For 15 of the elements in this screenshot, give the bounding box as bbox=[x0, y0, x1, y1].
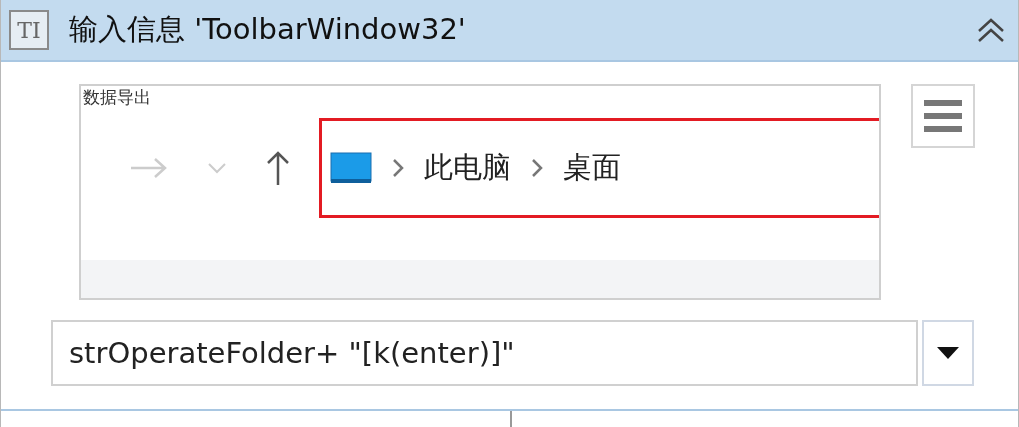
chevron-right-icon bbox=[392, 158, 404, 178]
menu-button[interactable] bbox=[911, 84, 975, 148]
breadcrumb-item[interactable]: 此电脑 bbox=[424, 146, 511, 190]
caret-icon bbox=[937, 347, 959, 359]
computer-icon bbox=[330, 152, 372, 184]
header-title: 输入信息 'ToolbarWindow32' bbox=[69, 11, 466, 49]
menu-icon bbox=[924, 98, 962, 134]
text-type-icon: TI bbox=[9, 10, 49, 50]
chevron-right-icon bbox=[531, 158, 543, 178]
breadcrumb-item[interactable]: 桌面 bbox=[563, 146, 621, 190]
window-caption: 数据导出 bbox=[82, 86, 152, 108]
collapse-icon[interactable] bbox=[976, 17, 1006, 43]
up-arrow-icon[interactable] bbox=[265, 150, 291, 186]
expression-field[interactable]: strOperateFolder+ "[k(enter)]" bbox=[51, 320, 918, 386]
dropdown-button[interactable] bbox=[922, 320, 974, 386]
